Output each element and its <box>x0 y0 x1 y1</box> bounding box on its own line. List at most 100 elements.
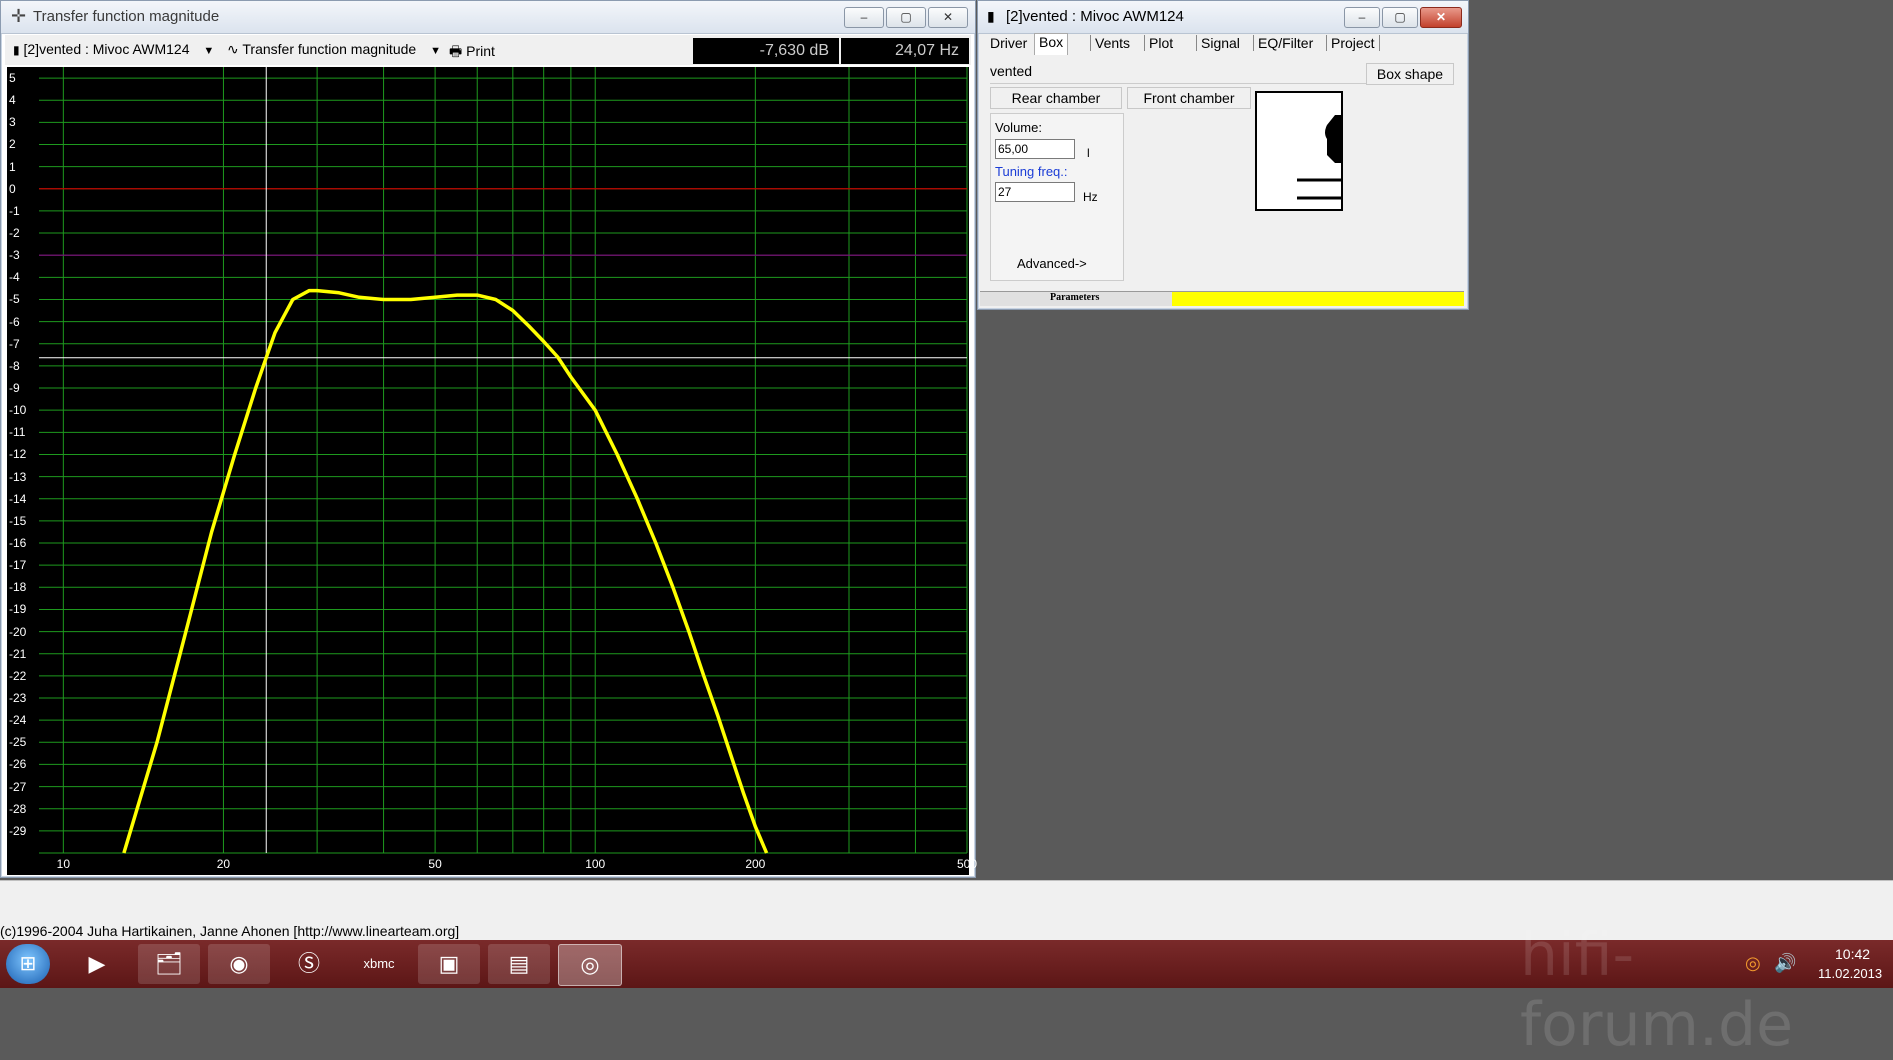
media-player-icon[interactable]: ▶ <box>66 944 128 984</box>
y-tick-label: -6 <box>9 314 20 329</box>
archive-app-icon[interactable]: ▤ <box>488 944 550 984</box>
skype-icon[interactable]: Ⓢ <box>278 944 340 984</box>
volume-label: Volume: <box>995 120 1042 135</box>
y-tick-label: -4 <box>9 270 20 285</box>
copyright-text: (c)1996-2004 Juha Hartikainen, Janne Aho… <box>0 923 460 939</box>
y-tick-label: -14 <box>9 491 27 506</box>
vented-box-icon <box>1297 115 1341 200</box>
y-tick-label: 2 <box>9 137 16 152</box>
y-tick-label: -7 <box>9 336 20 351</box>
status-progress-bar <box>1172 292 1464 306</box>
speaker-design-app-icon[interactable]: ◎ <box>558 944 622 986</box>
minimize-button[interactable]: – <box>844 7 884 28</box>
y-tick-label: -1 <box>9 203 20 218</box>
chevron-down-icon: ▼ <box>203 45 215 57</box>
volume-icon[interactable]: 🔊 <box>1774 953 1796 974</box>
x-tick-label: 200 <box>745 857 766 871</box>
print-button[interactable]: 🖶 Print <box>449 41 495 65</box>
y-tick-label: -28 <box>9 801 27 816</box>
y-tick-label: -27 <box>9 779 27 794</box>
params-window-titlebar[interactable]: ▮ [2]vented : Mivoc AWM124 – ▢ ✕ <box>978 1 1468 34</box>
volume-unit: l <box>1087 146 1090 160</box>
maximize-button[interactable]: ▢ <box>886 7 926 28</box>
y-tick-label: -22 <box>9 668 27 683</box>
app-icon: ✛ <box>11 6 27 26</box>
tuning-unit: Hz <box>1083 190 1098 204</box>
tab-plot[interactable]: Plot <box>1144 35 1177 51</box>
media-app-icon[interactable]: ▣ <box>418 944 480 984</box>
plot-window-title: Transfer function magnitude <box>33 8 220 25</box>
y-tick-label: -20 <box>9 624 27 639</box>
params-window-title: [2]vented : Mivoc AWM124 <box>1006 8 1184 25</box>
clock-time[interactable]: 10:42 <box>1835 946 1870 962</box>
volume-input[interactable]: 65,00 <box>995 139 1075 159</box>
y-tick-label: -10 <box>9 403 27 418</box>
y-tick-label: 3 <box>9 115 16 130</box>
minimize-button[interactable]: – <box>1344 7 1380 28</box>
box-shape-button[interactable]: Box shape <box>1366 63 1454 85</box>
close-button[interactable]: ✕ <box>1420 7 1462 28</box>
plot-window: ✛ Transfer function magnitude – ▢ ✕ ▮ [2… <box>0 0 977 878</box>
y-tick-label: -15 <box>9 513 27 528</box>
front-chamber-button[interactable]: Front chamber <box>1127 87 1251 109</box>
printer-icon: 🖶 <box>449 43 463 59</box>
speaker-icon: ▮ <box>13 43 20 57</box>
y-tick-label: -2 <box>9 226 20 241</box>
advanced-button[interactable]: Advanced-> <box>1017 256 1087 271</box>
rear-chamber-panel: Volume: 65,00 l Tuning freq.: 27 Hz Adva… <box>990 113 1124 281</box>
y-tick-label: 0 <box>9 181 16 196</box>
plot-window-titlebar[interactable]: ✛ Transfer function magnitude – ▢ ✕ <box>1 1 975 34</box>
y-tick-label: -21 <box>9 646 27 661</box>
status-label: Parameters <box>1050 292 1100 303</box>
rear-chamber-button[interactable]: Rear chamber <box>990 87 1122 109</box>
firefox-icon[interactable]: ◉ <box>208 944 270 984</box>
x-tick-label: 50 <box>428 857 442 871</box>
clock-date[interactable]: 11.02.2013 <box>1818 966 1882 981</box>
wave-icon: ∿ <box>227 41 239 57</box>
magnitude-chart[interactable] <box>7 67 969 875</box>
status-strip: Parameters <box>980 291 1464 306</box>
y-tick-label: 1 <box>9 159 16 174</box>
box-diagram <box>1255 91 1343 211</box>
tuning-input[interactable]: 27 <box>995 182 1075 202</box>
box-type-field[interactable]: vented <box>990 63 1370 84</box>
x-tick-label: 20 <box>216 857 231 871</box>
tab-vents[interactable]: Vents <box>1090 35 1134 51</box>
hz-readout: 24,07 Hz <box>841 38 969 64</box>
maximize-button[interactable]: ▢ <box>1382 7 1418 28</box>
plot-toolbar: ▮ [2]vented : Mivoc AWM124 ▼ ∿ Transfer … <box>5 35 971 65</box>
y-tick-label: -16 <box>9 536 27 551</box>
tab-project[interactable]: Project <box>1326 35 1380 51</box>
y-tick-label: -19 <box>9 602 27 617</box>
y-tick-label: -17 <box>9 558 27 573</box>
system-selector[interactable]: ▮ [2]vented : Mivoc AWM124 ▼ <box>13 41 214 57</box>
function-selector[interactable]: ∿ Transfer function magnitude ▼ <box>227 41 441 58</box>
print-label: Print <box>466 43 495 59</box>
y-tick-label: -11 <box>9 425 26 440</box>
tab-box[interactable]: Box <box>1034 33 1069 55</box>
y-tick-label: -9 <box>9 381 20 396</box>
tab-eq-filter[interactable]: EQ/Filter <box>1253 35 1317 51</box>
xbmc-icon[interactable]: xbmc <box>348 944 410 984</box>
y-tick-label: -8 <box>9 358 20 373</box>
y-tick-label: -18 <box>9 580 27 595</box>
x-tick-label: 100 <box>585 857 606 871</box>
start-button[interactable]: ⊞ <box>6 944 50 984</box>
file-explorer-icon[interactable]: 🗂 <box>138 944 200 984</box>
plot-area[interactable]: 5 4 3 2 1 0 -1 -2 -3 -4 -5 -6 -7 -8 -9 -10 -11 -12 -13 -14-… <box>7 67 977 875</box>
tab-signal[interactable]: Signal <box>1196 35 1244 51</box>
y-tick-label: 5 <box>9 71 16 86</box>
x-tick-label: 500 <box>956 857 978 871</box>
y-tick-label: -24 <box>9 713 27 728</box>
y-tick-label: -29 <box>9 823 27 838</box>
y-tick-label: -23 <box>9 691 27 705</box>
series-line-0 <box>122 288 769 854</box>
tab-driver[interactable]: Driver <box>986 35 1031 51</box>
tray-icon[interactable]: ◎ <box>1745 953 1761 974</box>
tab-strip: Driver Box Vents Plot Signal EQ/Filter P… <box>986 33 1456 57</box>
y-tick-label: -3 <box>9 248 20 263</box>
close-button[interactable]: ✕ <box>928 7 968 28</box>
tuning-label: Tuning freq.: <box>995 164 1068 179</box>
taskbar: ⊞ ▶ 🗂 ◉ Ⓢ xbmc ▣ ▤ ◎ hifi-forum.de ◎ 🔊 1… <box>0 920 1893 1060</box>
x-tick-label: 10 <box>56 857 71 871</box>
